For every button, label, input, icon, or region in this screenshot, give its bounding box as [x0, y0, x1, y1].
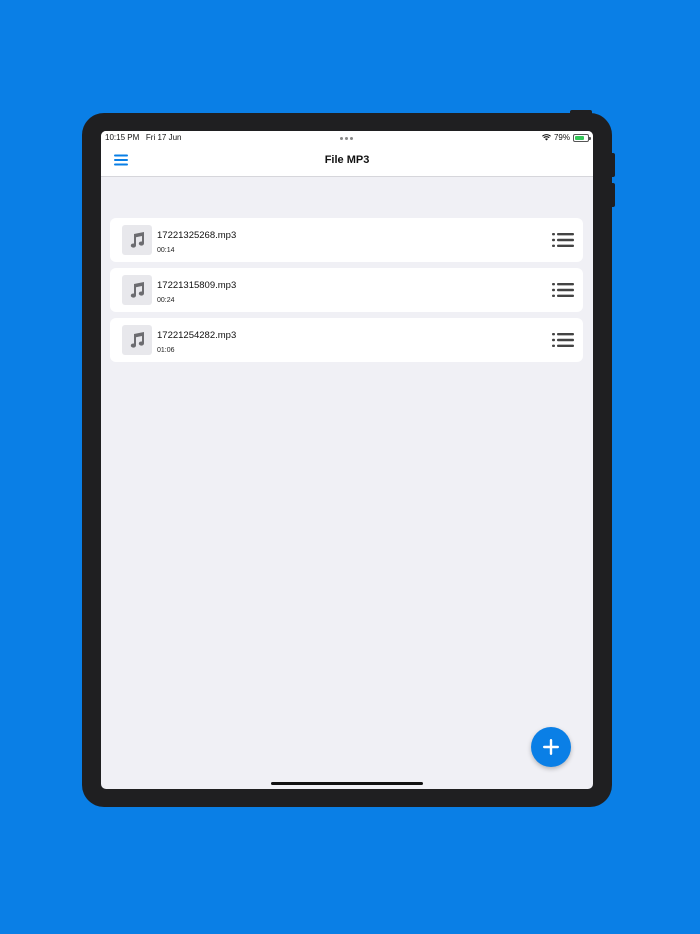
status-time-date: 10:15 PM Fri 17 Jun [105, 133, 182, 142]
list-menu-icon[interactable] [552, 332, 574, 348]
file-name: 17221325268.mp3 [157, 230, 237, 241]
file-thumbnail [122, 225, 152, 255]
plus-icon [543, 739, 559, 755]
status-date: Fri 17 Jun [145, 133, 182, 142]
file-thumbnail [122, 275, 152, 305]
navigation-bar: File MP3 [101, 145, 593, 177]
status-indicators: 79% [542, 133, 591, 142]
file-duration: 00:14 [157, 247, 175, 254]
file-duration: 01:06 [157, 347, 175, 354]
wifi-icon [542, 134, 551, 141]
list-menu-icon[interactable] [552, 282, 574, 298]
file-name: 17221315809.mp3 [157, 280, 237, 291]
list-menu-icon[interactable] [552, 232, 574, 248]
battery-icon [573, 133, 591, 142]
multitasking-dots-icon[interactable] [340, 137, 353, 140]
file-thumbnail [122, 325, 152, 355]
add-file-button[interactable] [531, 727, 571, 767]
status-time: 10:15 PM [105, 133, 140, 142]
file-row[interactable]: 17221325268.mp3 00:14 [110, 218, 583, 262]
status-bar: 10:15 PM Fri 17 Jun 79% [101, 131, 593, 145]
file-duration: 00:24 [157, 297, 175, 304]
file-name: 17221254282.mp3 [157, 330, 237, 341]
page-title: File MP3 [324, 154, 370, 166]
file-row[interactable]: 17221254282.mp3 01:06 [110, 318, 583, 362]
app-screen: 10:15 PM Fri 17 Jun 79% File MP3 1722132… [101, 131, 593, 789]
home-indicator[interactable] [271, 782, 423, 785]
music-note-icon [130, 332, 145, 348]
music-note-icon [130, 232, 145, 248]
battery-fill [575, 135, 585, 140]
battery-percent: 79% [553, 133, 570, 142]
file-row[interactable]: 17221315809.mp3 00:24 [110, 268, 583, 312]
music-note-icon [130, 282, 145, 298]
file-list: 17221325268.mp3 00:14 17221315809.mp3 00… [110, 218, 583, 368]
